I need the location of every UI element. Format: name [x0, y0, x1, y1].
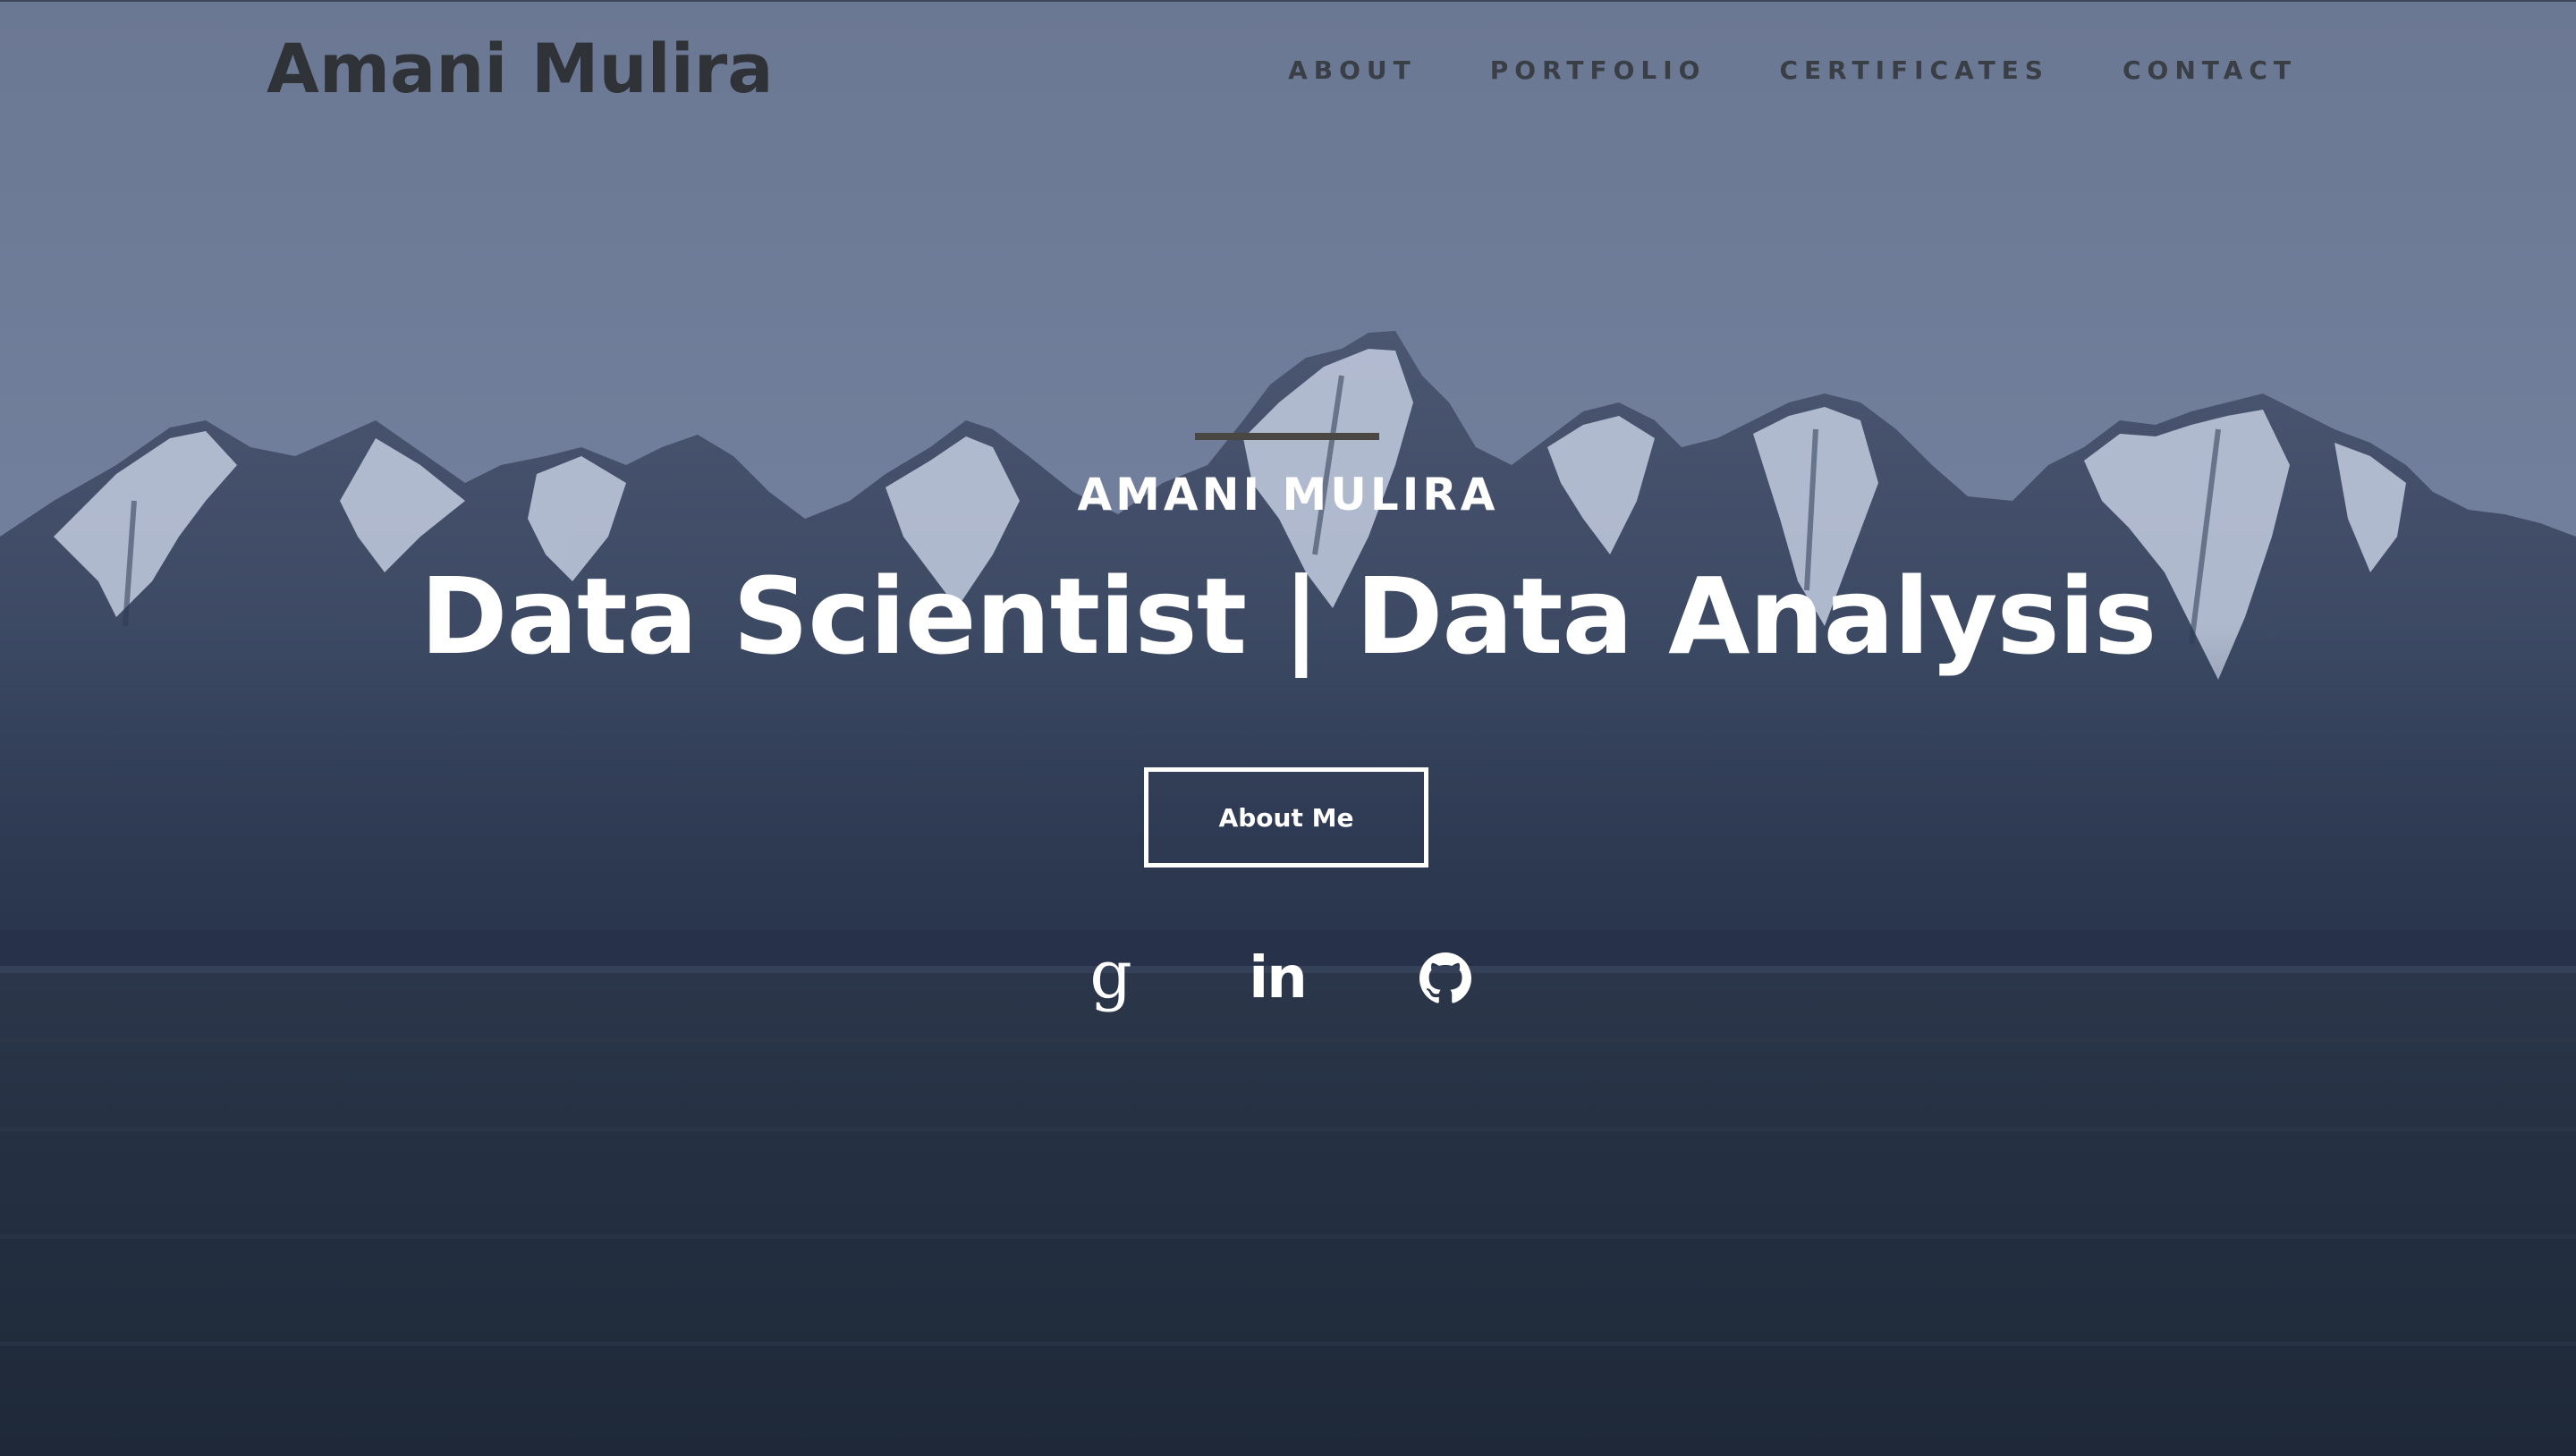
- mountain-background-image: [0, 0, 2576, 1456]
- brand-logo-link[interactable]: Amani Mulira: [267, 29, 774, 108]
- top-navbar: Amani Mulira ABOUT PORTFOLIO CERTIFICATE…: [0, 0, 2576, 145]
- heading-divider: [1195, 433, 1379, 440]
- hero-section: Amani Mulira ABOUT PORTFOLIO CERTIFICATE…: [0, 0, 2576, 1456]
- google-scholar-link[interactable]: g: [1075, 942, 1147, 1011]
- hero-title: Data Scientist | Data Analysis: [419, 554, 2157, 678]
- nav-link-certificates[interactable]: CERTIFICATES: [1779, 55, 2048, 85]
- github-icon: [1419, 952, 1471, 1003]
- nav-link-about[interactable]: ABOUT: [1288, 55, 1417, 85]
- nav-links: ABOUT PORTFOLIO CERTIFICATES CONTACT: [1288, 55, 2297, 85]
- linkedin-icon: in: [1249, 945, 1307, 1012]
- nav-link-contact[interactable]: CONTACT: [2123, 55, 2297, 85]
- google-icon: g: [1089, 936, 1132, 1013]
- github-link[interactable]: [1410, 946, 1481, 1011]
- linkedin-link[interactable]: in: [1241, 946, 1313, 1011]
- nav-link-portfolio[interactable]: PORTFOLIO: [1490, 55, 1707, 85]
- hero-subtitle: AMANI MULIRA: [1077, 469, 1499, 521]
- about-me-button[interactable]: About Me: [1144, 767, 1428, 868]
